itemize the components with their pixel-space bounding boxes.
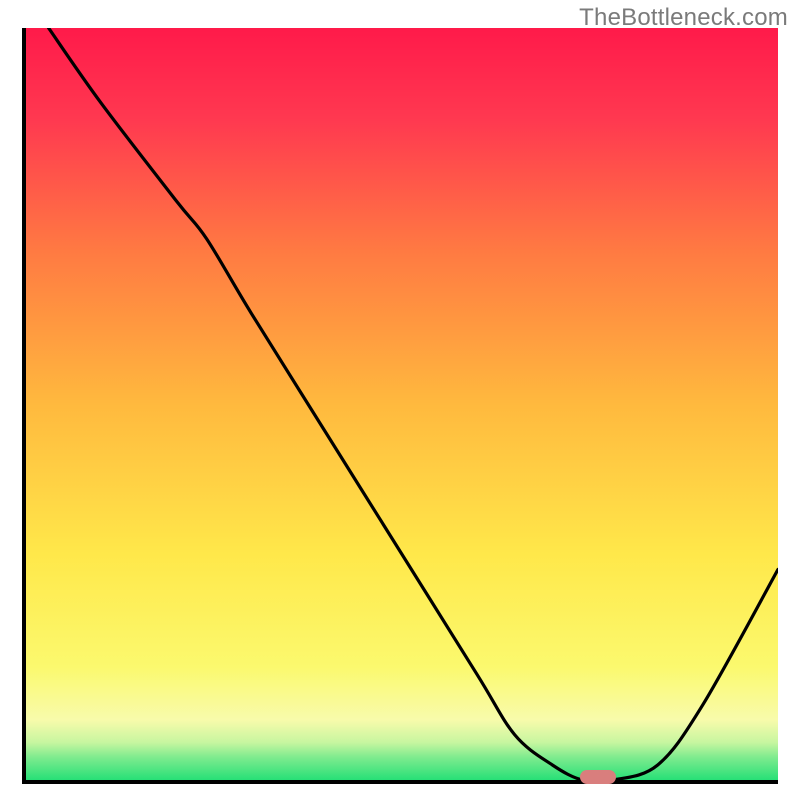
chart-svg	[26, 28, 778, 780]
optimal-marker	[580, 770, 616, 784]
plot-area	[22, 28, 778, 784]
gradient-background	[26, 28, 778, 780]
chart-stage: TheBottleneck.com	[0, 0, 800, 800]
